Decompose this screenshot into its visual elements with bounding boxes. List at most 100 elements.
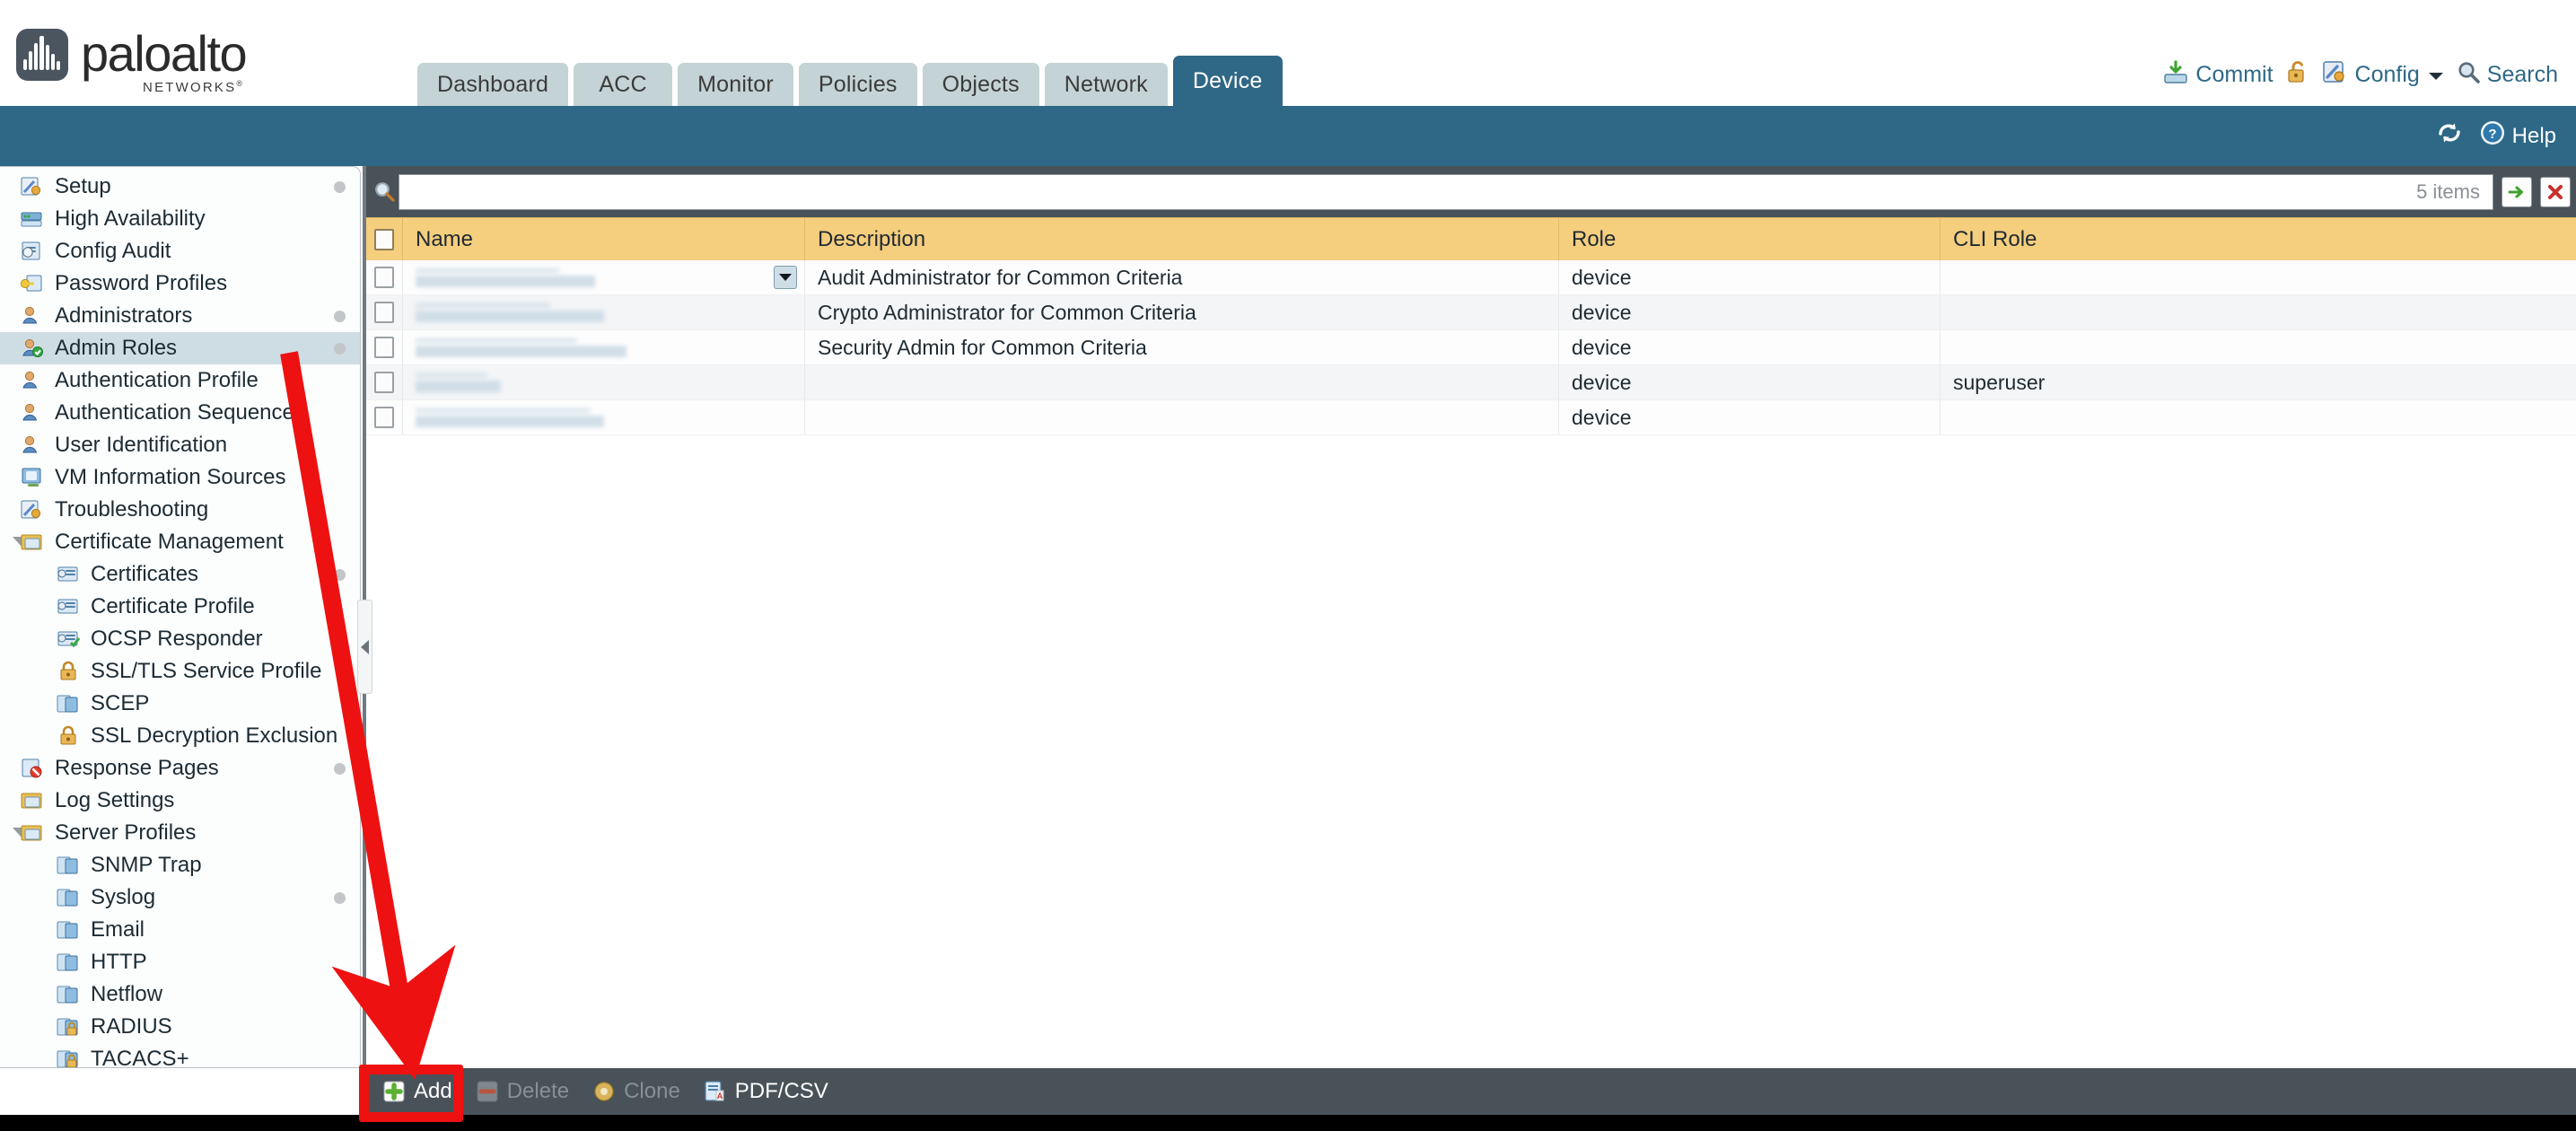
sidebar: Setup High Availability Config Audit Passwo… xyxy=(0,166,361,1068)
redacted-name xyxy=(416,267,595,287)
cell-name[interactable] xyxy=(402,295,804,329)
sidebar-item-label: RADIUS xyxy=(91,1014,172,1039)
help-button[interactable]: ? Help xyxy=(2479,119,2556,153)
cell-cli-role xyxy=(1940,330,2576,364)
cell-cli-role: superuser xyxy=(1940,365,2576,399)
row-select-cell[interactable] xyxy=(366,295,402,329)
row-dropdown-button[interactable] xyxy=(774,266,797,289)
table-row[interactable]: Security Admin for Common Criteria device xyxy=(366,330,2576,365)
add-button[interactable]: Add xyxy=(382,1079,452,1104)
sidebar-item-certificate-profile[interactable]: Certificate Profile xyxy=(0,591,360,623)
tab-dashboard[interactable]: Dashboard xyxy=(417,63,569,106)
clear-filter-button[interactable] xyxy=(2540,176,2571,207)
search-icon xyxy=(372,180,399,204)
log-settings-folder-icon xyxy=(20,789,47,812)
clone-button: Clone xyxy=(592,1079,680,1104)
search-link[interactable]: Search xyxy=(2457,60,2558,91)
tab-objects[interactable]: Objects xyxy=(922,63,1039,106)
sidebar-item-high-availability[interactable]: High Availability xyxy=(0,203,360,235)
sidebar-item-setup[interactable]: Setup xyxy=(0,171,360,203)
sidebar-item-netflow[interactable]: Netflow xyxy=(0,978,360,1011)
sidebar-item-authentication-sequence[interactable]: Authentication Sequence xyxy=(0,397,360,429)
table-row[interactable]: device xyxy=(366,400,2576,435)
row-select-cell[interactable] xyxy=(366,400,402,434)
table-action-bar: Add Delete Clone A PDF/CSV xyxy=(366,1068,2576,1115)
sidebar-item-authentication-profile[interactable]: Authentication Profile xyxy=(0,364,360,397)
sidebar-item-label: Response Pages xyxy=(55,756,219,780)
add-plus-icon xyxy=(382,1080,406,1103)
row-select-cell[interactable] xyxy=(366,365,402,399)
row-select-cell[interactable] xyxy=(366,330,402,364)
sidebar-item-certificate-management[interactable]: Certificate Management xyxy=(0,526,360,558)
sidebar-item-server-profiles[interactable]: Server Profiles xyxy=(0,817,360,849)
search-field-wrapper[interactable]: 5 items xyxy=(399,173,2493,210)
table-row[interactable]: Crypto Administrator for Common Criteria… xyxy=(366,295,2576,330)
cell-description xyxy=(804,400,1558,434)
config-dropdown[interactable]: Config xyxy=(2322,59,2444,91)
sidebar-collapse-handle[interactable] xyxy=(357,600,372,694)
cell-name[interactable] xyxy=(402,365,804,399)
sidebar-item-label: Authentication Sequence xyxy=(55,400,294,425)
sidebar-item-label: VM Information Sources xyxy=(55,465,286,489)
sidebar-item-config-audit[interactable]: Config Audit xyxy=(0,235,360,267)
row-checkbox[interactable] xyxy=(374,337,394,358)
sidebar-item-admin-roles[interactable]: Admin Roles xyxy=(0,332,360,364)
sidebar-item-syslog[interactable]: Syslog xyxy=(0,881,360,914)
select-all-cell[interactable] xyxy=(366,218,402,260)
search-input[interactable] xyxy=(408,180,2417,204)
sidebar-item-user-identification[interactable]: User Identification xyxy=(0,429,360,461)
sidebar-item-troubleshooting[interactable]: Troubleshooting xyxy=(0,494,360,526)
cell-cli-role xyxy=(1940,400,2576,434)
tab-label: Objects xyxy=(942,71,1020,97)
sidebar-item-tacacs-[interactable]: TACACS+ xyxy=(0,1043,360,1067)
sidebar-item-http[interactable]: HTTP xyxy=(0,946,360,978)
svg-text:A: A xyxy=(717,1092,723,1100)
sidebar-item-vm-information-sources[interactable]: VM Information Sources xyxy=(0,461,360,494)
tab-monitor[interactable]: Monitor xyxy=(678,63,793,106)
sidebar-item-ssl-tls-service-profile[interactable]: SSL/TLS Service Profile xyxy=(0,655,360,688)
sidebar-item-email[interactable]: Email xyxy=(0,914,360,946)
column-header-description[interactable]: Description xyxy=(804,218,1558,260)
sidebar-item-certificates[interactable]: Certificates xyxy=(0,558,360,591)
sidebar-item-ssl-decryption-exclusion[interactable]: SSL Decryption Exclusion xyxy=(0,720,360,752)
table-row[interactable]: device superuser xyxy=(366,365,2576,400)
config-lock-button[interactable] xyxy=(2286,59,2309,91)
sidebar-item-snmp-trap[interactable]: SNMP Trap xyxy=(0,849,360,881)
sidebar-item-log-settings[interactable]: Log Settings xyxy=(0,785,360,817)
column-header-cli-role[interactable]: CLI Role xyxy=(1940,218,2576,260)
cell-name[interactable] xyxy=(402,260,804,294)
sidebar-item-administrators[interactable]: Administrators xyxy=(0,300,360,332)
cell-name[interactable] xyxy=(402,330,804,364)
pdf-csv-button[interactable]: A PDF/CSV xyxy=(704,1079,828,1104)
sidebar-item-password-profiles[interactable]: Password Profiles xyxy=(0,267,360,300)
apply-filter-button[interactable] xyxy=(2502,176,2532,207)
authentication-profile-icon xyxy=(20,369,47,392)
certificate-management-folder-icon xyxy=(20,530,47,554)
blue-bar-actions: ? Help xyxy=(2436,106,2556,166)
admin-roles-user-check-icon xyxy=(20,337,47,360)
sidebar-item-label: Certificate Management xyxy=(55,530,284,554)
tab-acc[interactable]: ACC xyxy=(574,63,673,106)
sidebar-item-label: SSL Decryption Exclusion xyxy=(91,723,338,748)
sidebar-item-ocsp-responder[interactable]: OCSP Responder xyxy=(0,623,360,655)
row-checkbox[interactable] xyxy=(374,407,394,428)
tab-device[interactable]: Device xyxy=(1172,56,1283,106)
row-select-cell[interactable] xyxy=(366,260,402,294)
sidebar-item-radius[interactable]: RADIUS xyxy=(0,1011,360,1043)
sidebar-item-response-pages[interactable]: Response Pages xyxy=(0,752,360,785)
commit-button[interactable]: Commit xyxy=(2162,59,2274,91)
row-checkbox[interactable] xyxy=(374,372,394,393)
table-row[interactable]: Audit Administrator for Common Criteria d… xyxy=(366,260,2576,295)
help-label: Help xyxy=(2511,123,2556,148)
cell-name[interactable] xyxy=(402,400,804,434)
row-checkbox[interactable] xyxy=(374,302,394,323)
refresh-button[interactable] xyxy=(2436,120,2463,152)
column-header-role[interactable]: Role xyxy=(1558,218,1940,260)
tab-network[interactable]: Network xyxy=(1044,63,1168,106)
tab-policies[interactable]: Policies xyxy=(798,63,917,106)
select-all-checkbox[interactable] xyxy=(374,228,394,250)
action-label: Add xyxy=(414,1079,452,1103)
row-checkbox[interactable] xyxy=(374,267,394,288)
column-header-name[interactable]: Name xyxy=(402,218,804,260)
sidebar-item-scep[interactable]: SCEP xyxy=(0,688,360,720)
